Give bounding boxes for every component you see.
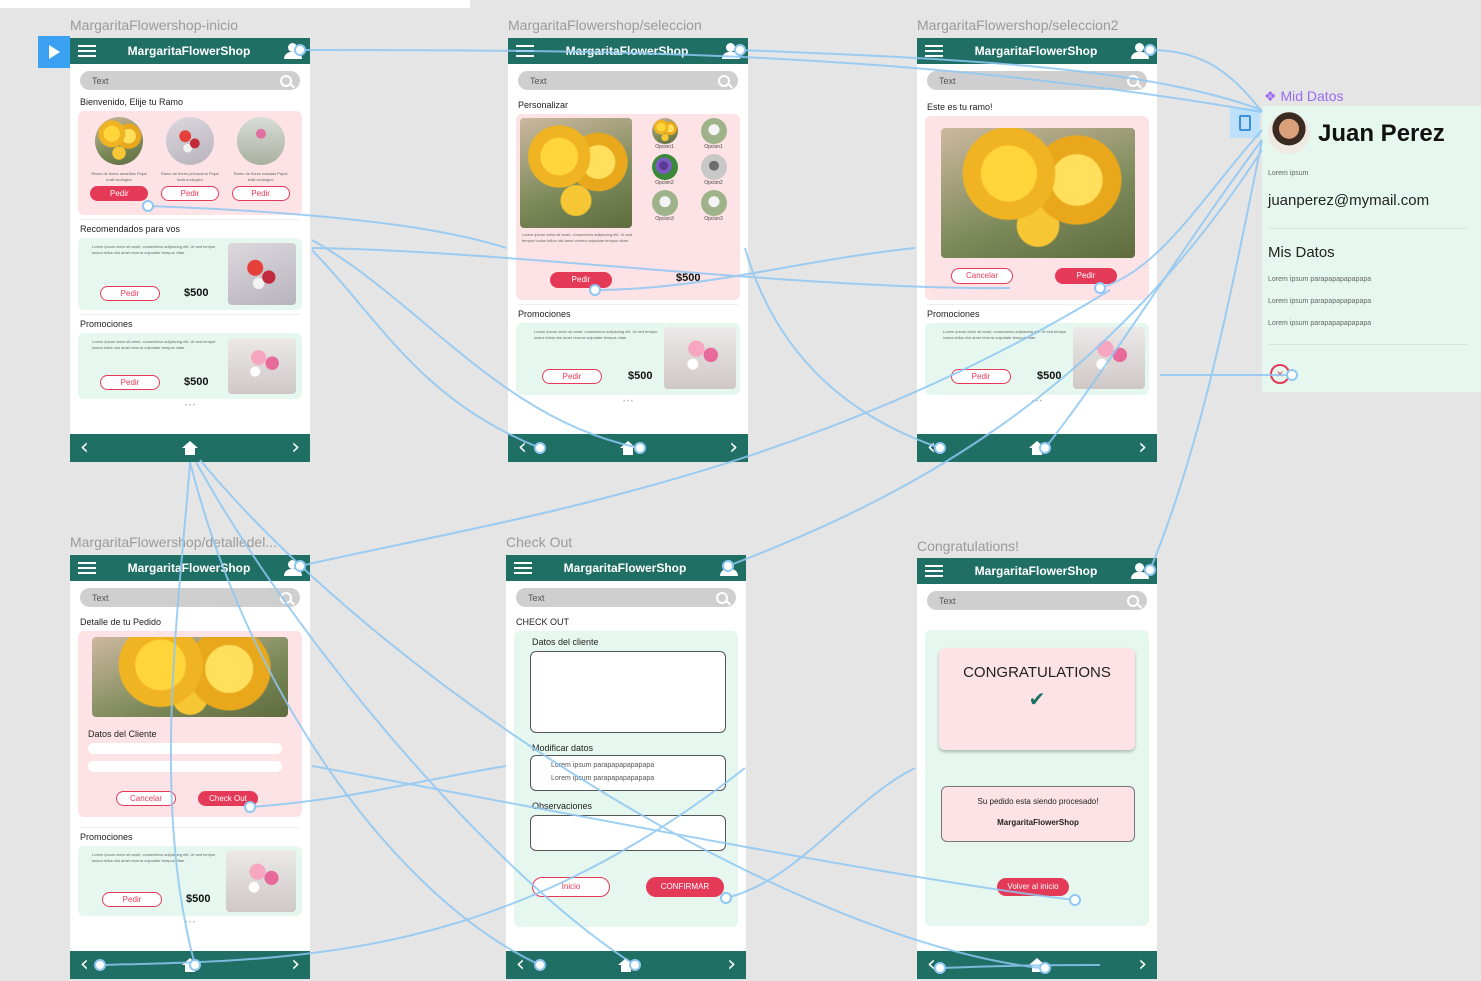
link-path <box>299 289 1111 567</box>
link-handle[interactable] <box>142 200 154 212</box>
link-handle[interactable] <box>1144 44 1156 56</box>
link-handle[interactable] <box>294 560 306 572</box>
link-path <box>299 49 1263 113</box>
link-path <box>727 149 1263 567</box>
link-handle[interactable] <box>1286 369 1298 381</box>
link-handle[interactable] <box>634 442 646 454</box>
link-handle[interactable] <box>244 801 256 813</box>
link-handle[interactable] <box>189 959 201 971</box>
link-path <box>311 239 641 449</box>
link-handle[interactable] <box>734 44 746 56</box>
link-path <box>311 765 1076 901</box>
prototype-links <box>99 49 1290 969</box>
link-handle[interactable] <box>720 892 732 904</box>
link-handle[interactable] <box>934 962 946 974</box>
link-handle[interactable] <box>534 959 546 971</box>
link-handle[interactable] <box>934 442 946 454</box>
link-handle[interactable] <box>1039 442 1051 454</box>
link-handle[interactable] <box>1069 894 1081 906</box>
link-handle[interactable] <box>589 284 601 296</box>
link-path <box>311 247 1011 290</box>
link-path <box>1149 139 1263 571</box>
link-handle[interactable] <box>294 44 306 56</box>
link-path <box>311 249 541 449</box>
link-path <box>99 767 746 966</box>
link-handle[interactable] <box>94 959 106 971</box>
link-path <box>739 49 1263 111</box>
link-handle[interactable] <box>629 959 641 971</box>
link-path <box>1099 129 1263 289</box>
link-handle[interactable] <box>1094 282 1106 294</box>
link-path <box>199 459 1041 969</box>
link-path <box>169 461 196 966</box>
link-handle[interactable] <box>1039 962 1051 974</box>
link-handle[interactable] <box>722 560 734 572</box>
link-handle[interactable] <box>1144 564 1156 576</box>
link-path <box>725 767 916 899</box>
link-path <box>195 461 636 966</box>
link-handle[interactable] <box>534 442 546 454</box>
link-path <box>147 205 507 249</box>
link-path <box>249 765 507 808</box>
